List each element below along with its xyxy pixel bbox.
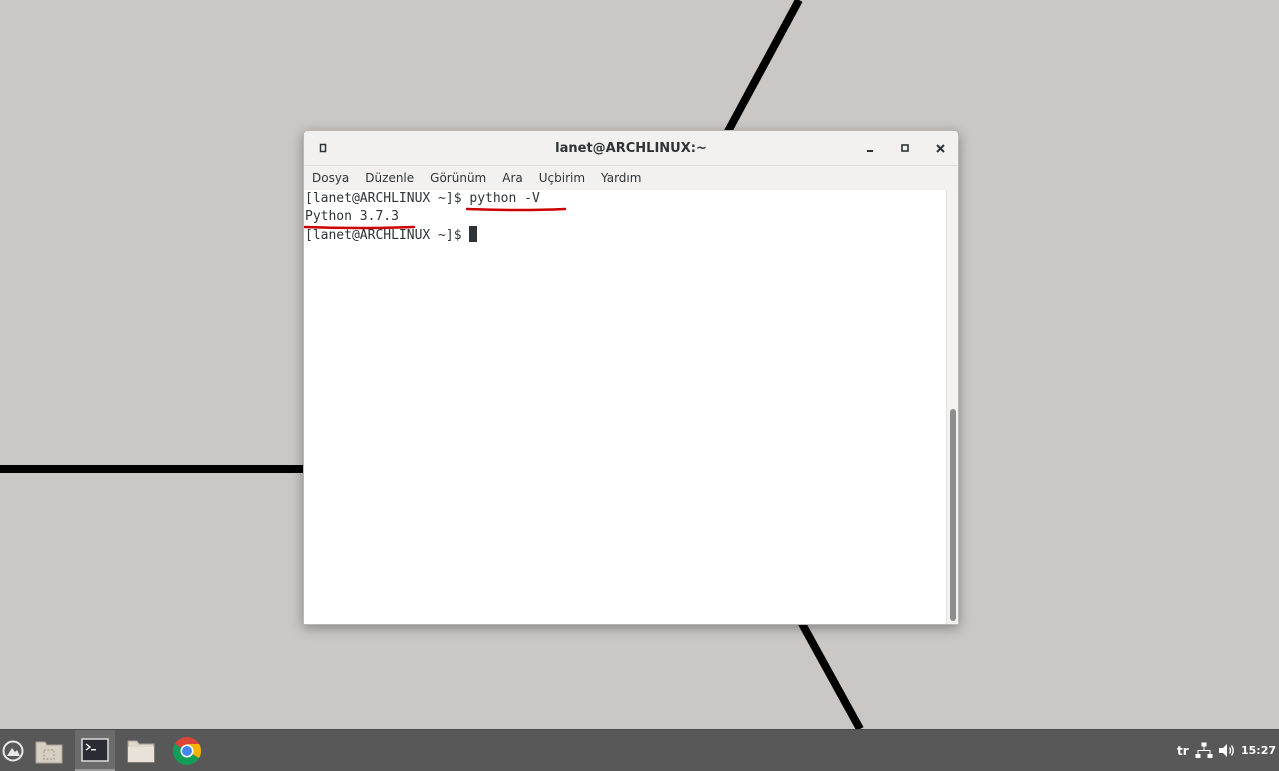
maximize-button[interactable] (892, 131, 918, 165)
file-manager-icon[interactable] (28, 730, 70, 771)
terminal-scrollbar[interactable] (946, 190, 958, 624)
terminal-output-area[interactable]: [lanet@ARCHLINUX ~]$ python -V Python 3.… (304, 190, 946, 624)
window-titlebar[interactable]: lanet@ARCHLINUX:~ (304, 131, 958, 166)
scrollbar-thumb[interactable] (950, 409, 956, 621)
terminal-window[interactable]: lanet@ARCHLINUX:~ Dosya Düzenle Görünüm … (303, 130, 959, 625)
desktop: lanet@ARCHLINUX:~ Dosya Düzenle Görünüm … (0, 0, 1279, 729)
terminal-menu-icon[interactable] (310, 131, 336, 165)
start-menu-icon[interactable] (0, 730, 26, 771)
clock[interactable]: 15:27 (1241, 730, 1276, 771)
close-button[interactable] (927, 131, 953, 165)
folder-icon[interactable] (120, 730, 162, 771)
terminal-icon[interactable] (75, 730, 115, 771)
menu-ucbirim[interactable]: Uçbirim (531, 171, 593, 185)
taskbar: tr 15:27 (0, 729, 1279, 771)
menu-duzenle[interactable]: Düzenle (357, 171, 422, 185)
red-underline-annotations (304, 207, 567, 230)
menu-ara[interactable]: Ara (494, 171, 531, 185)
volume-icon[interactable] (1218, 742, 1236, 763)
menu-dosya[interactable]: Dosya (304, 171, 357, 185)
window-title: lanet@ARCHLINUX:~ (555, 140, 707, 156)
network-icon[interactable] (1195, 742, 1213, 763)
menu-gorunum[interactable]: Görünüm (422, 171, 494, 185)
menu-yardim[interactable]: Yardım (593, 171, 649, 185)
menubar: Dosya Düzenle Görünüm Ara Uçbirim Yardım (304, 166, 958, 191)
minimize-button[interactable] (857, 131, 883, 165)
keyboard-layout-indicator[interactable]: tr (1177, 730, 1189, 771)
chrome-icon[interactable] (166, 730, 208, 771)
